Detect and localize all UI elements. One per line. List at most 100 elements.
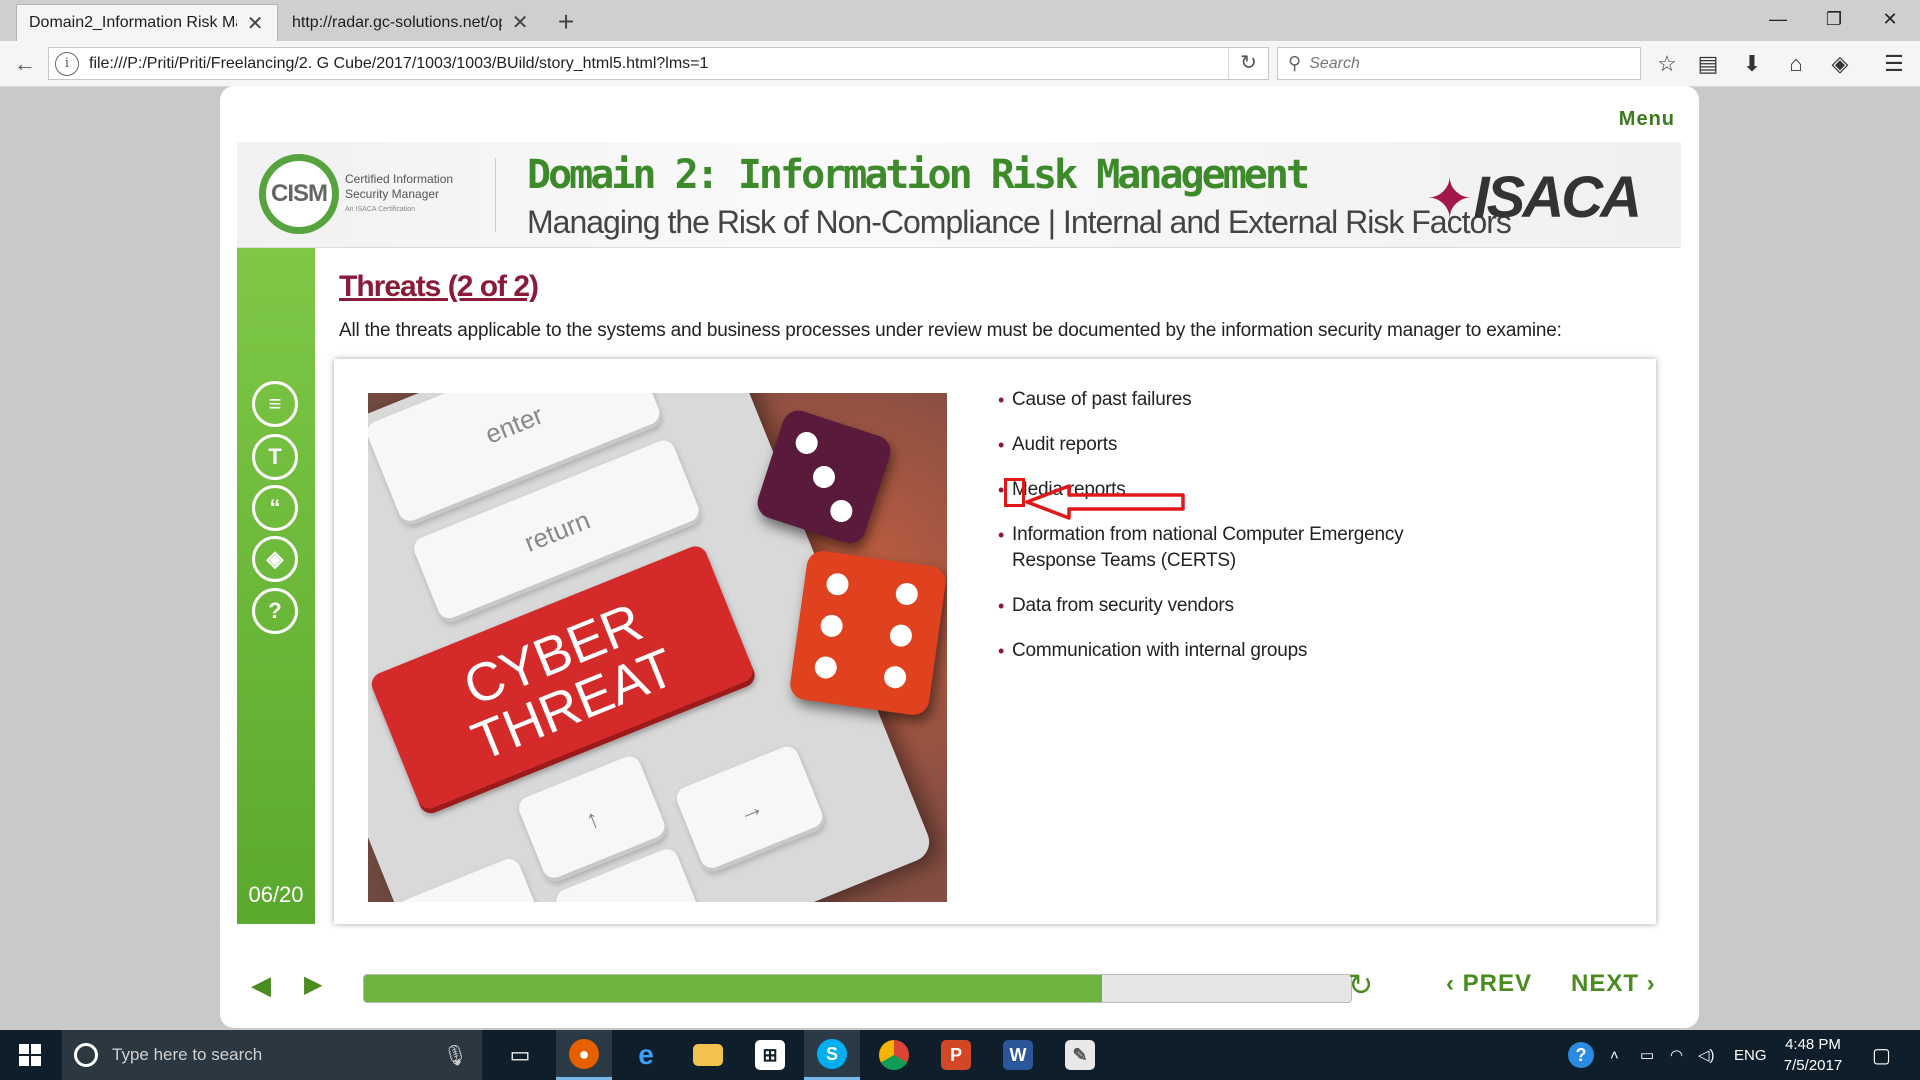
close-tab-icon[interactable]: ✕ [510,10,530,35]
menu-link[interactable]: Menu [1619,108,1675,131]
notes-icon[interactable]: ≡ [252,381,298,427]
search-placeholder: Search [1309,54,1360,72]
language-indicator[interactable]: ENG [1734,1030,1767,1080]
cism-logo-abbr: CISM [271,180,328,207]
key-return-label: return [519,504,595,558]
task-view-icon[interactable]: ▭ [492,1030,548,1080]
play-icon[interactable]: ▶ [304,970,322,999]
reload-icon[interactable]: ↻ [1228,48,1268,79]
bookmark-star-icon[interactable]: ☆ [1650,49,1684,79]
help-icon[interactable]: ? [252,588,298,634]
red-die [788,548,947,718]
key-enter-label: enter [480,399,547,450]
annotation-highlight-box [1004,478,1025,507]
search-input[interactable]: ⚲ Search [1277,47,1641,80]
word-icon[interactable]: W [990,1030,1046,1080]
list-item: Data from security vendors [998,593,1418,619]
clock-time: 4:48 PM [1785,1036,1841,1053]
next-label: NEXT [1571,970,1640,997]
browser-tab-active[interactable]: Domain2_Information Risk Mana ✕ [16,4,278,41]
player-controls: ◀ ▶ ↻ ‹ PREV NEXT › [220,946,1699,1028]
battery-icon: ▭ [1640,1047,1655,1064]
chrome-icon[interactable] [866,1030,922,1080]
slide-intro: All the threats applicable to the system… [339,320,1562,341]
browser-tab[interactable]: http://radar.gc-solutions.net/ope ✕ [280,4,542,41]
cism-logo-line3: An ISACA Certification [345,206,416,213]
progress-bar[interactable] [363,974,1352,1003]
volume-icon[interactable]: ◀ [251,970,271,1001]
address-bar[interactable]: i file:///P:/Priti/Priti/Freelancing/2. … [48,47,1269,80]
home-icon[interactable]: ⌂ [1779,49,1813,79]
browser-nav-bar: ← i file:///P:/Priti/Priti/Freelancing/2… [0,41,1920,87]
windows-start-icon[interactable] [0,1030,60,1080]
cism-logo-text: Certified Information Security Manager A… [345,172,475,217]
cortana-icon [74,1043,98,1067]
replay-icon[interactable]: ↻ [1348,968,1373,1003]
cism-logo-line2: Security Manager [345,187,440,201]
quote-icon[interactable]: “ [252,485,298,531]
progress-fill [364,975,1103,1002]
edge-icon[interactable]: e [618,1030,674,1080]
cism-logo: CISM [259,154,339,234]
slide-counter: 06/20 [248,882,304,907]
help-tray-icon[interactable]: ? [1568,1030,1594,1080]
course-player: Menu CISM Certified Information Security… [220,86,1699,1028]
course-sidebar: ≡ T “ ◈ ? 06/20 [237,248,315,924]
arrow-right-key: → [673,743,828,876]
list-item: Communication with internal groups [998,638,1418,664]
list-item: Information from national Computer Emerg… [998,522,1418,574]
powerpoint-icon[interactable]: P [928,1030,984,1080]
slide-title: Threats (2 of 2) [339,270,539,303]
back-arrow-icon[interactable]: ← [10,49,40,79]
info-icon[interactable]: i [55,51,79,76]
clock-date: 7/5/2017 [1783,1057,1843,1074]
list-item: Cause of past failures [998,387,1418,413]
slide-content-box: enter return CYBER THREAT ↑ ↓ → ← [334,359,1656,924]
prev-button[interactable]: ‹ PREV [1446,970,1532,998]
search-icon: ⚲ [1288,53,1302,73]
tab-title: Domain2_Information Risk Mana [29,14,237,31]
tab-title: http://radar.gc-solutions.net/ope [292,13,503,31]
prev-label: PREV [1462,970,1533,997]
close-tab-icon[interactable]: ✕ [245,11,265,36]
minimize-icon[interactable]: — [1753,4,1803,34]
speaker-icon[interactable]: ◁) [1698,1030,1715,1080]
cism-logo-line1: Certified Information [345,172,454,186]
system-clock[interactable]: 4:48 PM 7/5/2017 [1768,1034,1858,1076]
cyber-threat-image: enter return CYBER THREAT ↑ ↓ → ← [368,393,947,902]
new-tab-icon[interactable]: + [551,6,581,38]
annotation-arrow-icon [1025,484,1185,520]
skype-icon[interactable]: S [804,1030,860,1080]
firefox-icon[interactable]: ● [556,1030,612,1080]
store-icon[interactable]: ⊞ [742,1030,798,1080]
resources-layers-icon[interactable]: ◈ [252,536,298,582]
next-button[interactable]: NEXT › [1571,970,1656,998]
paint-icon[interactable]: ✎ [1052,1030,1108,1080]
microphone-icon[interactable]: 🎙 [443,1043,468,1068]
list-item: Audit reports [998,432,1418,458]
browser-tab-bar: Domain2_Information Risk Mana ✕ http://r… [0,0,1920,41]
file-explorer-icon[interactable] [680,1030,736,1080]
taskbar-search-input[interactable]: Type here to search 🎙 [62,1030,482,1080]
transcript-icon[interactable]: T [252,434,298,480]
hamburger-menu-icon[interactable]: ☰ [1877,49,1911,79]
header-divider [495,158,496,232]
wifi-icon[interactable]: ◠ [1670,1030,1683,1080]
threat-sources-list: Cause of past failures Audit reports Med… [998,387,1418,683]
windows-taskbar: Type here to search 🎙 ▭ ● e ⊞ S P W ✎ ? … [0,1030,1920,1080]
arrow-left-key: ← [394,855,550,902]
isaca-logo: ISACA [1473,165,1642,230]
course-subtitle: Managing the Risk of Non-Compliance | In… [527,204,1512,240]
pocket-icon[interactable]: ◈ [1823,49,1857,79]
chevron-up-icon[interactable]: ˄ [1610,1030,1619,1080]
download-icon[interactable]: ⬇ [1735,49,1769,79]
taskbar-search-placeholder: Type here to search [112,1045,263,1064]
restore-icon[interactable]: ❐ [1809,4,1859,34]
course-title: Domain 2: Information Risk Management [527,152,1310,198]
close-window-icon[interactable]: ✕ [1865,4,1915,34]
url-text: file:///P:/Priti/Priti/Freelancing/2. G … [89,54,709,72]
notifications-icon[interactable]: ▢ [1872,1030,1891,1080]
library-icon[interactable]: ▤ [1691,49,1725,79]
course-header: CISM Certified Information Security Mana… [237,142,1681,248]
isaca-star-icon: ✦ [1426,167,1473,230]
